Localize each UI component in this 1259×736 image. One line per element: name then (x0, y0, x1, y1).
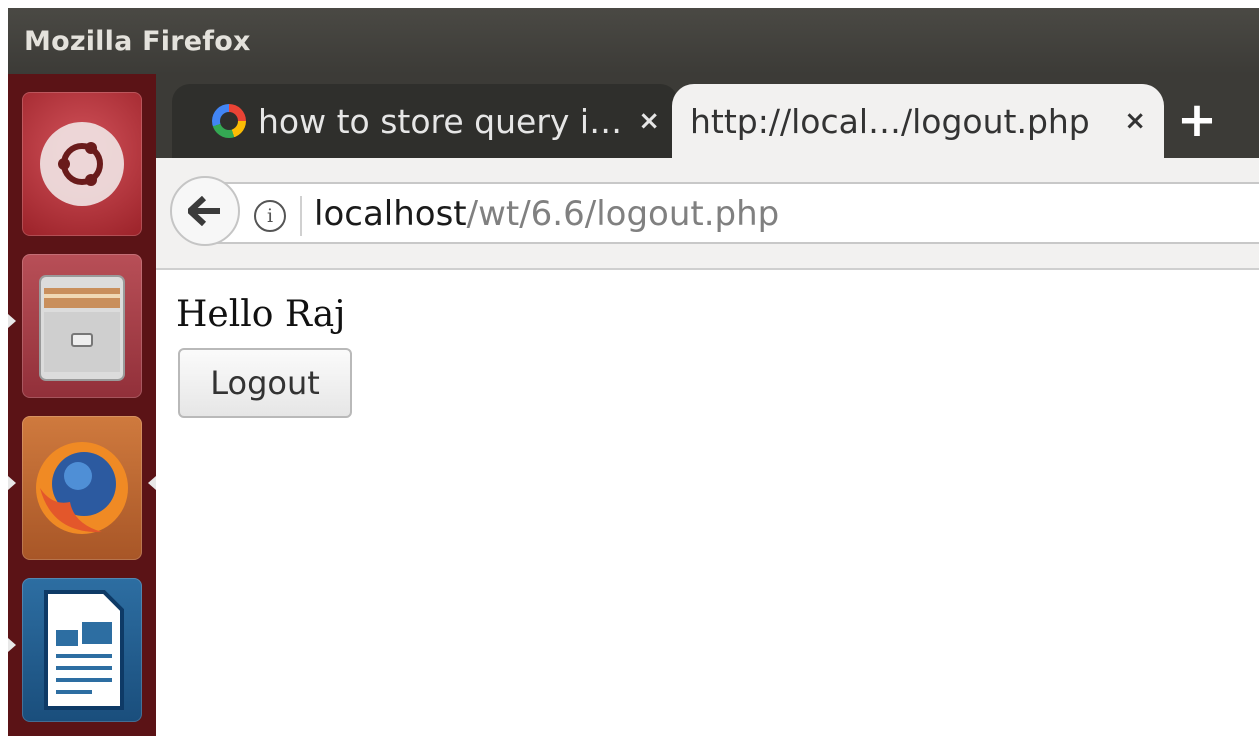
launcher-item-ubuntu[interactable] (22, 92, 142, 236)
info-icon[interactable]: i (254, 200, 286, 232)
tab-label: http://local…/logout.php (690, 101, 1090, 141)
url-path: /wt/6.6/logout.php (466, 194, 780, 234)
greeting-text: Hello Raj (176, 294, 346, 335)
firefox-icon (36, 442, 128, 534)
logout-button[interactable]: Logout (178, 348, 352, 418)
launcher-item-files[interactable] (22, 254, 142, 398)
url-host: localhost (314, 194, 467, 234)
tab-search-result[interactable]: how to store query i… × (172, 84, 678, 158)
back-button[interactable] (170, 176, 240, 246)
tab-close-icon[interactable]: × (638, 106, 660, 136)
launcher-item-firefox[interactable] (22, 416, 142, 560)
ubuntu-logo-icon (40, 122, 124, 206)
page-content: Hello Raj Logout (156, 272, 1259, 736)
running-indicator (8, 314, 16, 328)
unity-launcher (8, 74, 156, 736)
google-icon (212, 104, 246, 138)
libreoffice-writer-icon (44, 590, 124, 710)
launcher-item-writer[interactable] (22, 578, 142, 722)
back-arrow-icon (188, 196, 220, 226)
url-text[interactable]: localhost/wt/6.6/logout.php (314, 194, 779, 234)
tab-logout[interactable]: http://local…/logout.php × (672, 84, 1164, 158)
window-titlebar: Mozilla Firefox (8, 8, 1259, 74)
navigation-bar: i localhost/wt/6.6/logout.php (156, 158, 1259, 270)
tab-label: how to store query i… (258, 101, 623, 141)
running-indicator (8, 638, 16, 652)
tab-strip: how to store query i… × http://local…/lo… (156, 74, 1259, 158)
url-separator (300, 196, 302, 236)
window-title: Mozilla Firefox (24, 26, 251, 57)
active-indicator (148, 476, 156, 490)
url-bar[interactable]: i localhost/wt/6.6/logout.php (216, 182, 1259, 244)
file-cabinet-icon (39, 275, 125, 381)
new-tab-button[interactable]: + (1172, 92, 1222, 148)
tab-close-icon[interactable]: × (1124, 106, 1146, 136)
running-indicator (8, 476, 16, 490)
